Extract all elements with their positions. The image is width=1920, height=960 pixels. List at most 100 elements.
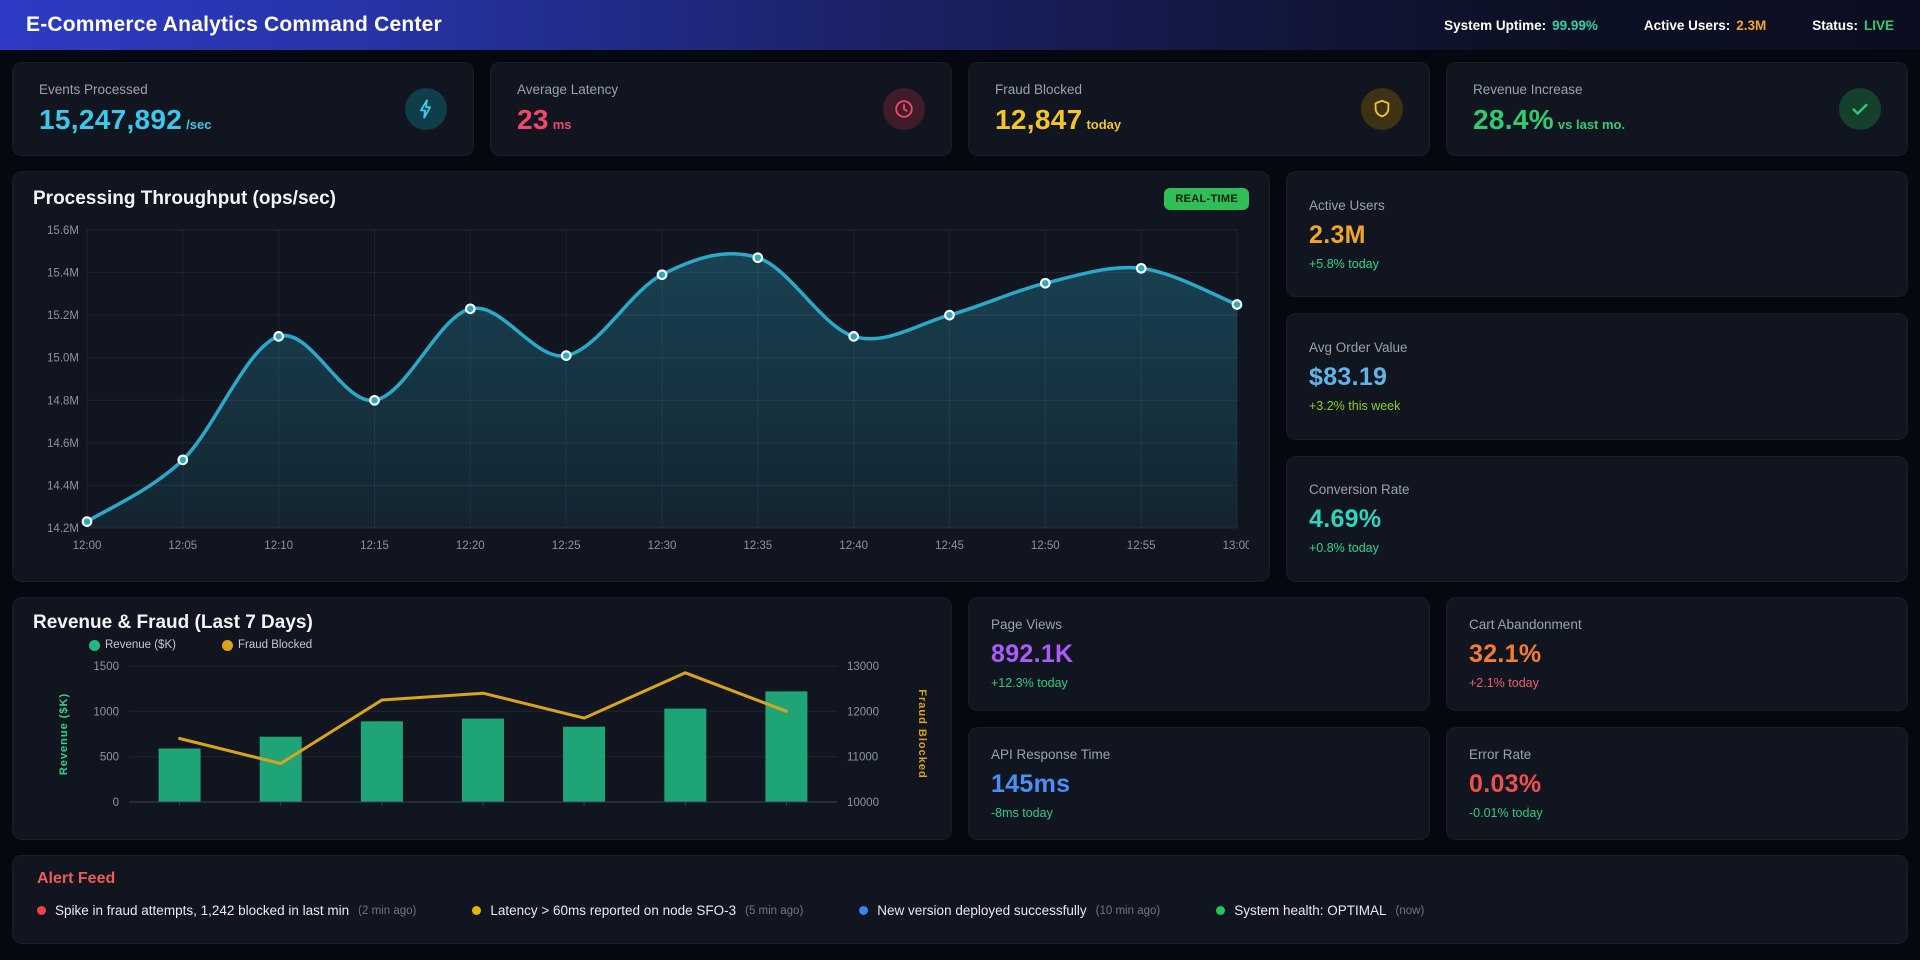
bottom-row: Revenue & Fraud (Last 7 Days) Revenue ($… [12, 597, 1908, 840]
svg-text:12:05: 12:05 [168, 540, 197, 552]
side-stats-column: Active Users2.3M+5.8% todayAvg Order Val… [1286, 171, 1908, 582]
alert-time: (now) [1396, 905, 1425, 917]
kpi-label: Average Latency [517, 82, 618, 97]
check-icon [1839, 88, 1881, 130]
legend-label: Revenue ($K) [105, 639, 176, 651]
svg-text:15.4M: 15.4M [47, 268, 79, 280]
throughput-panel: Processing Throughput (ops/sec) REAL-TIM… [12, 171, 1270, 582]
alert-text: Latency > 60ms reported on node SFO-3 [490, 903, 736, 918]
alert-item: New version deployed successfully (10 min… [859, 903, 1160, 918]
dashboard-body: Events Processed15,247,892/sec Average La… [0, 50, 1920, 956]
stat-card-avg-order-value: Avg Order Value$83.19+3.2% this week [1286, 313, 1908, 439]
kpi-row: Events Processed15,247,892/sec Average La… [12, 62, 1908, 156]
alert-feed-panel: Alert Feed Spike in fraud attempts, 1,24… [12, 855, 1908, 944]
alert-item: Latency > 60ms reported on node SFO-3 (5 … [472, 903, 803, 918]
svg-text:13000: 13000 [847, 661, 879, 673]
stat-value: 32.1% [1469, 640, 1885, 669]
stat-label: Avg Order Value [1309, 340, 1885, 355]
stat-delta: +2.1% today [1469, 676, 1885, 690]
svg-text:12:50: 12:50 [1031, 540, 1060, 552]
stat-card-active-users: Active Users2.3M+5.8% today [1286, 171, 1908, 297]
kpi-suffix: vs last mo. [1558, 117, 1625, 132]
svg-text:15.2M: 15.2M [47, 310, 79, 322]
svg-text:12:55: 12:55 [1127, 540, 1156, 552]
stat-delta: +5.8% today [1309, 257, 1885, 271]
alert-feed-title: Alert Feed [37, 870, 1883, 888]
svg-text:0: 0 [113, 797, 119, 809]
kpi-card-fraud-blocked: Fraud Blocked12,847today [968, 62, 1430, 156]
revenue-fraud-panel: Revenue & Fraud (Last 7 Days) Revenue ($… [12, 597, 952, 840]
svg-text:11000: 11000 [847, 752, 878, 764]
stat-label: Error Rate [1469, 747, 1885, 762]
header-stat-label: Status: [1812, 18, 1858, 33]
header-stats: System Uptime:99.99%Active Users:2.3MSta… [1444, 18, 1894, 33]
alert-dot [1216, 906, 1225, 915]
app-header: E-Commerce Analytics Command Center Syst… [0, 0, 1920, 50]
kpi-value: 12,847 [995, 104, 1082, 135]
stat-delta: +12.3% today [991, 676, 1407, 690]
alert-time: (10 min ago) [1096, 905, 1161, 917]
stat-label: Conversion Rate [1309, 482, 1885, 497]
bottom-stats-grid: Page Views 892.1K +12.3% today Cart Abandon… [968, 597, 1908, 840]
kpi-suffix: today [1086, 117, 1121, 132]
alert-dot [472, 906, 481, 915]
throughput-chart-title: Processing Throughput (ops/sec) [33, 188, 336, 210]
revenue-chart-legend: Revenue ($K) Fraud Blocked [89, 639, 931, 651]
kpi-value-row: 23ms [517, 104, 618, 136]
throughput-chart[interactable]: 14.2M14.4M14.6M14.8M15.0M15.2M15.4M15.6M… [33, 218, 1249, 556]
svg-text:12:00: 12:00 [73, 540, 102, 552]
stat-value: 2.3M [1309, 221, 1885, 250]
svg-text:1500: 1500 [93, 661, 119, 673]
svg-text:14.6M: 14.6M [47, 438, 79, 450]
header-stat-label: Active Users: [1644, 18, 1730, 33]
stat-card-page-views: Page Views 892.1K +12.3% today [968, 597, 1430, 711]
header-stat-active-users: Active Users:2.3M [1644, 18, 1766, 33]
realtime-badge: REAL-TIME [1164, 188, 1249, 210]
svg-text:15.0M: 15.0M [47, 353, 79, 365]
svg-text:12:40: 12:40 [839, 540, 868, 552]
alert-dot [37, 906, 46, 915]
alert-item: Spike in fraud attempts, 1,242 blocked i… [37, 903, 416, 918]
stat-delta: -0.01% today [1469, 806, 1885, 820]
svg-text:12:25: 12:25 [552, 540, 581, 552]
dashboard-page: E-Commerce Analytics Command Center Syst… [0, 0, 1920, 956]
stat-card-error-rate: Error Rate 0.03% -0.01% today [1446, 727, 1908, 841]
middle-row: Processing Throughput (ops/sec) REAL-TIM… [12, 171, 1908, 582]
svg-text:12:20: 12:20 [456, 540, 485, 552]
kpi-info: Fraud Blocked12,847today [995, 82, 1121, 136]
svg-text:14.2M: 14.2M [47, 523, 79, 535]
kpi-card-events-processed: Events Processed15,247,892/sec [12, 62, 474, 156]
kpi-value-row: 12,847 today [995, 104, 1121, 136]
alert-time: (5 min ago) [745, 905, 803, 917]
stat-delta: -8ms today [991, 806, 1407, 820]
kpi-value-row: 28.4% vs last mo. [1473, 104, 1625, 136]
legend-label: Fraud Blocked [238, 639, 312, 651]
lightning-icon [405, 88, 447, 130]
kpi-info: Average Latency 23ms [517, 82, 618, 136]
stat-delta: +0.8% today [1309, 541, 1885, 555]
header-stat-label: System Uptime: [1444, 18, 1546, 33]
legend-dot [89, 640, 100, 651]
revenue-fraud-chart[interactable]: 05001000150010000110001200013000Revenue … [33, 656, 933, 814]
svg-text:12:45: 12:45 [935, 540, 964, 552]
alert-feed-list: Spike in fraud attempts, 1,242 blocked i… [37, 903, 1883, 918]
stat-label: Page Views [991, 617, 1407, 632]
legend-item-revenue-k: Revenue ($K) [89, 639, 176, 651]
kpi-label: Events Processed [39, 82, 211, 97]
svg-text:15.6M: 15.6M [47, 225, 79, 237]
stat-label: Cart Abandonment [1469, 617, 1885, 632]
alert-text: New version deployed successfully [877, 903, 1086, 918]
svg-text:12000: 12000 [847, 706, 879, 718]
stat-label: API Response Time [991, 747, 1407, 762]
page-title: E-Commerce Analytics Command Center [26, 13, 442, 37]
kpi-card-average-latency: Average Latency 23ms [490, 62, 952, 156]
stat-value: 0.03% [1469, 770, 1885, 799]
svg-text:14.4M: 14.4M [47, 480, 79, 492]
shield-icon [1361, 88, 1403, 130]
legend-dot [222, 640, 233, 651]
alert-text: System health: OPTIMAL [1234, 903, 1386, 918]
kpi-value: 28.4% [1473, 104, 1554, 135]
kpi-suffix: /sec [186, 117, 211, 132]
svg-text:13:00: 13:00 [1223, 540, 1249, 552]
stat-value: 892.1K [991, 640, 1407, 669]
